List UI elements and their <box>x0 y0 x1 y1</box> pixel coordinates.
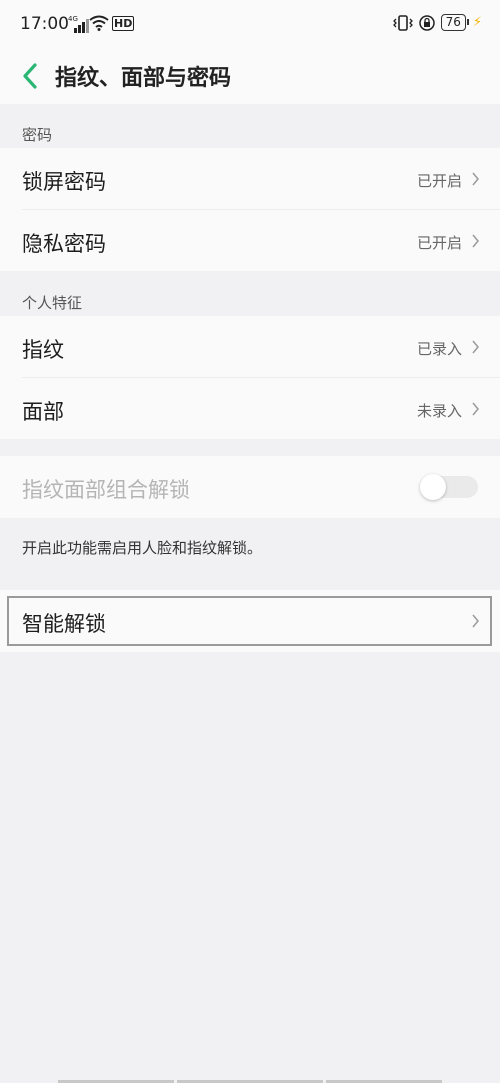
chevron-left-icon[interactable] <box>18 58 42 94</box>
status-time: 17:00 <box>20 14 69 34</box>
row-label: 锁屏密码 <box>22 170 106 194</box>
row-value: 已开启 <box>416 172 462 190</box>
lock-rotation-icon <box>418 14 435 31</box>
wifi-icon <box>89 15 109 31</box>
row-fingerprint[interactable]: 指纹 已录入 <box>0 316 500 378</box>
row-value: 已录入 <box>416 340 462 358</box>
row-lockscreen-password[interactable]: 锁屏密码 已开启 <box>0 148 500 210</box>
row-privacy-password[interactable]: 隐私密码 已开启 <box>0 210 500 271</box>
row-smart-unlock[interactable]: 智能解锁 <box>0 590 500 652</box>
signal-icon: 4G <box>68 15 90 33</box>
battery-icon: 76 <box>440 14 470 31</box>
row-combo-unlock[interactable]: 指纹面部组合解锁 <box>0 456 500 518</box>
vibrate-icon <box>392 14 413 31</box>
page-title: 指纹、面部与密码 <box>55 66 232 91</box>
row-value: 已开启 <box>416 234 462 252</box>
row-label: 智能解锁 <box>22 612 106 636</box>
row-label: 面部 <box>22 400 64 424</box>
combo-unlock-toggle[interactable] <box>420 474 478 500</box>
chevron-right-icon <box>472 172 479 186</box>
app-bar: 指纹、面部与密码 <box>0 50 500 104</box>
combo-hint: 开启此功能需启用人脸和指纹解锁。 <box>22 539 263 557</box>
section-label-password: 密码 <box>22 126 53 144</box>
chevron-right-icon <box>472 402 479 416</box>
chevron-right-icon <box>472 340 479 354</box>
row-label: 指纹 <box>22 338 64 362</box>
row-label: 隐私密码 <box>22 232 106 256</box>
row-value: 未录入 <box>416 402 462 420</box>
status-bar: 17:00 4G HD 76 ⚡ <box>0 0 500 50</box>
battery-level: 76 <box>445 15 461 29</box>
network-type: 4G <box>68 15 78 23</box>
hd-badge: HD <box>112 16 135 31</box>
toggle-knob <box>420 474 446 500</box>
chevron-right-icon <box>472 234 479 248</box>
charging-icon: ⚡ <box>472 15 482 30</box>
row-label: 指纹面部组合解锁 <box>22 478 190 502</box>
chevron-right-icon <box>472 614 479 628</box>
row-face[interactable]: 面部 未录入 <box>0 378 500 439</box>
section-label-biometrics: 个人特征 <box>22 294 83 312</box>
